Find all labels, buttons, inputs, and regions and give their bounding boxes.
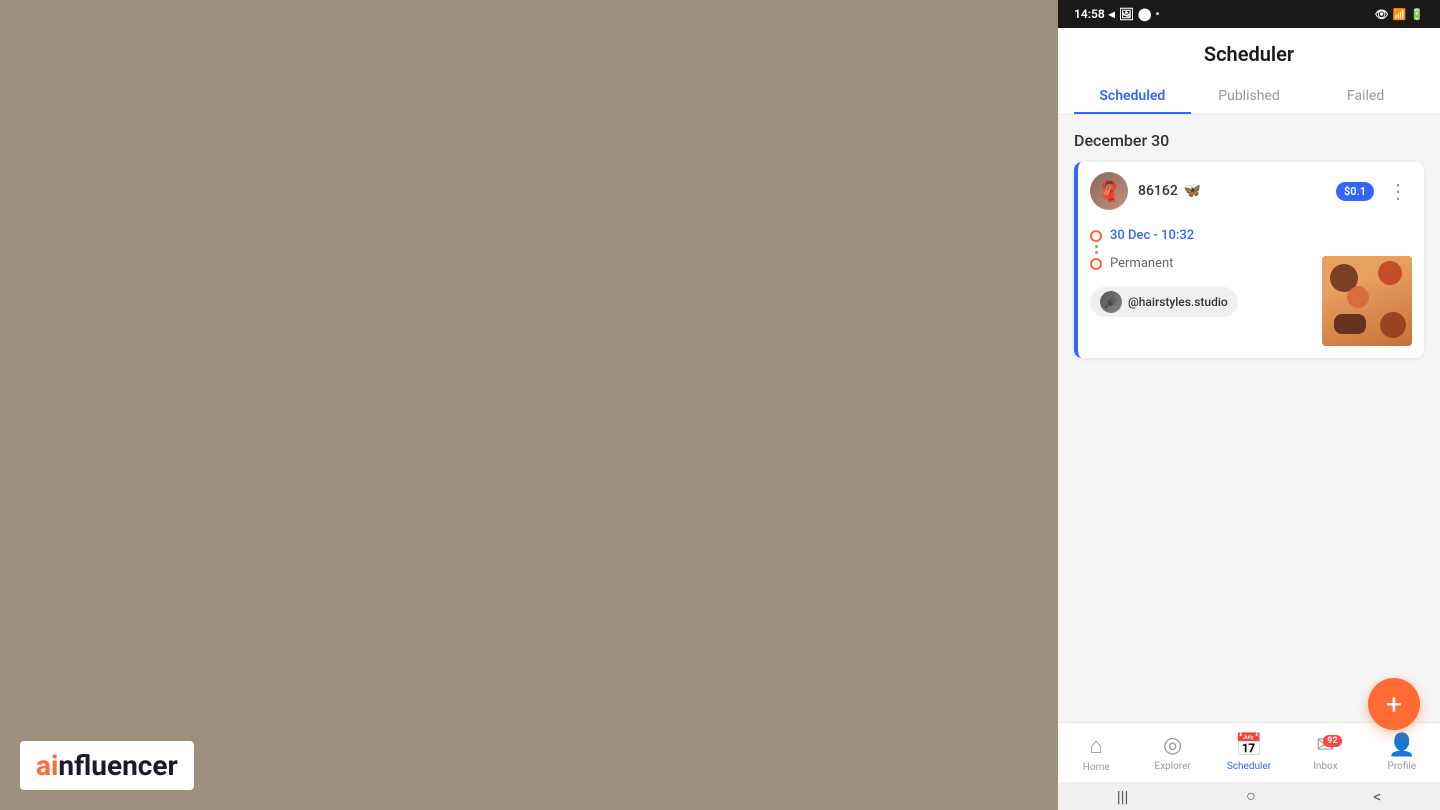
watermark-ai: ai	[36, 749, 58, 782]
account-tag[interactable]: 🪮 @hairstyles.studio	[1090, 287, 1238, 317]
status-img-icon: 🖼	[1119, 7, 1134, 21]
tab-published[interactable]: Published	[1191, 78, 1308, 114]
food-visual	[1322, 256, 1412, 346]
android-menu-btn[interactable]: |||	[1117, 787, 1129, 806]
nav-home[interactable]: ⌂ Home	[1058, 733, 1134, 773]
profile-icon: 👤	[1388, 733, 1415, 758]
watermark: ainfluencer	[20, 741, 194, 790]
status-arrow: ◂	[1109, 7, 1115, 21]
account-avatar: 🪮	[1100, 291, 1122, 313]
post-thumbnail	[1322, 256, 1412, 346]
status-dot: ⬤	[1138, 7, 1151, 21]
android-home-btn[interactable]: ○	[1246, 786, 1256, 806]
tab-failed[interactable]: Failed	[1307, 78, 1424, 114]
app-header: Scheduler Scheduled Published Failed	[1058, 28, 1440, 115]
permanent-label: Permanent	[1110, 256, 1173, 271]
post-user-info: 86162 🦋	[1138, 183, 1326, 199]
inbox-badge: 92	[1323, 735, 1341, 747]
explorer-icon: ◎	[1163, 733, 1182, 758]
nav-inbox-label: Inbox	[1313, 761, 1337, 772]
post-card: 🧣 86162 🦋 $0.1 ⋮	[1074, 162, 1424, 358]
content-area: December 30 🧣 86162 🦋 $0.1 ⋮	[1058, 115, 1440, 722]
phone-frame: 14:58 ◂ 🖼 ⬤ • 👁 📶 🔋 Scheduler Scheduled …	[1058, 0, 1440, 810]
fab-label: +	[1386, 688, 1402, 721]
tab-scheduled[interactable]: Scheduled	[1074, 78, 1191, 114]
section-date: December 30	[1074, 131, 1424, 150]
post-datetime: 30 Dec - 10:32	[1110, 228, 1194, 243]
android-bar: ||| ○ <	[1058, 782, 1440, 810]
nav-profile-label: Profile	[1388, 761, 1417, 772]
avatar: 🧣	[1090, 172, 1128, 210]
nav-inbox[interactable]: ✉ 92 Inbox	[1287, 733, 1363, 772]
app-title: Scheduler	[1074, 42, 1424, 66]
watermark-nfluencer: nfluencer	[58, 749, 177, 782]
home-icon: ⌂	[1090, 733, 1103, 759]
post-permanent-row: Permanent	[1090, 256, 1238, 271]
post-time-content: 30 Dec - 10:32	[1110, 228, 1194, 243]
post-card-header: 🧣 86162 🦋 $0.1 ⋮	[1078, 162, 1424, 220]
tabs-bar: Scheduled Published Failed	[1074, 78, 1424, 114]
status-battery: 🔋	[1410, 8, 1424, 21]
nav-explorer[interactable]: ◎ Explorer	[1134, 733, 1210, 772]
nav-scheduler-label: Scheduler	[1227, 761, 1271, 772]
more-options-button[interactable]: ⋮	[1384, 179, 1412, 203]
scheduler-icon: 📅	[1235, 733, 1262, 758]
nav-profile[interactable]: 👤 Profile	[1364, 733, 1440, 772]
post-card-body: 30 Dec - 10:32 Permanent 🪮	[1078, 220, 1424, 358]
nav-explorer-label: Explorer	[1154, 761, 1190, 772]
time-dot-indicator	[1090, 230, 1102, 242]
status-signal: 📶	[1393, 8, 1407, 21]
time-display: 14:58	[1074, 7, 1105, 21]
connector-dot-2	[1095, 251, 1098, 254]
status-time: 14:58 ◂ 🖼 ⬤ •	[1074, 7, 1160, 21]
fab-add-button[interactable]: +	[1368, 678, 1420, 730]
avatar-image: 🧣	[1090, 172, 1128, 210]
bottom-nav: ⌂ Home ◎ Explorer 📅 Scheduler ✉ 92 Inbox…	[1058, 722, 1440, 782]
price-badge: $0.1	[1336, 182, 1374, 201]
platform-icon: 🦋	[1184, 183, 1201, 199]
connector-dot-1	[1095, 245, 1098, 248]
post-username: 86162	[1138, 183, 1178, 199]
status-bullet: •	[1155, 7, 1159, 21]
status-bar: 14:58 ◂ 🖼 ⬤ • 👁 📶 🔋	[1058, 0, 1440, 28]
status-eye-icon: 👁	[1375, 8, 1389, 21]
nav-scheduler[interactable]: 📅 Scheduler	[1211, 733, 1287, 772]
permanent-dot-indicator	[1090, 258, 1102, 270]
account-name: @hairstyles.studio	[1128, 295, 1228, 309]
android-back-btn[interactable]: <	[1373, 787, 1381, 806]
nav-home-label: Home	[1083, 762, 1110, 773]
status-right-icons: 👁 📶 🔋	[1375, 8, 1424, 21]
